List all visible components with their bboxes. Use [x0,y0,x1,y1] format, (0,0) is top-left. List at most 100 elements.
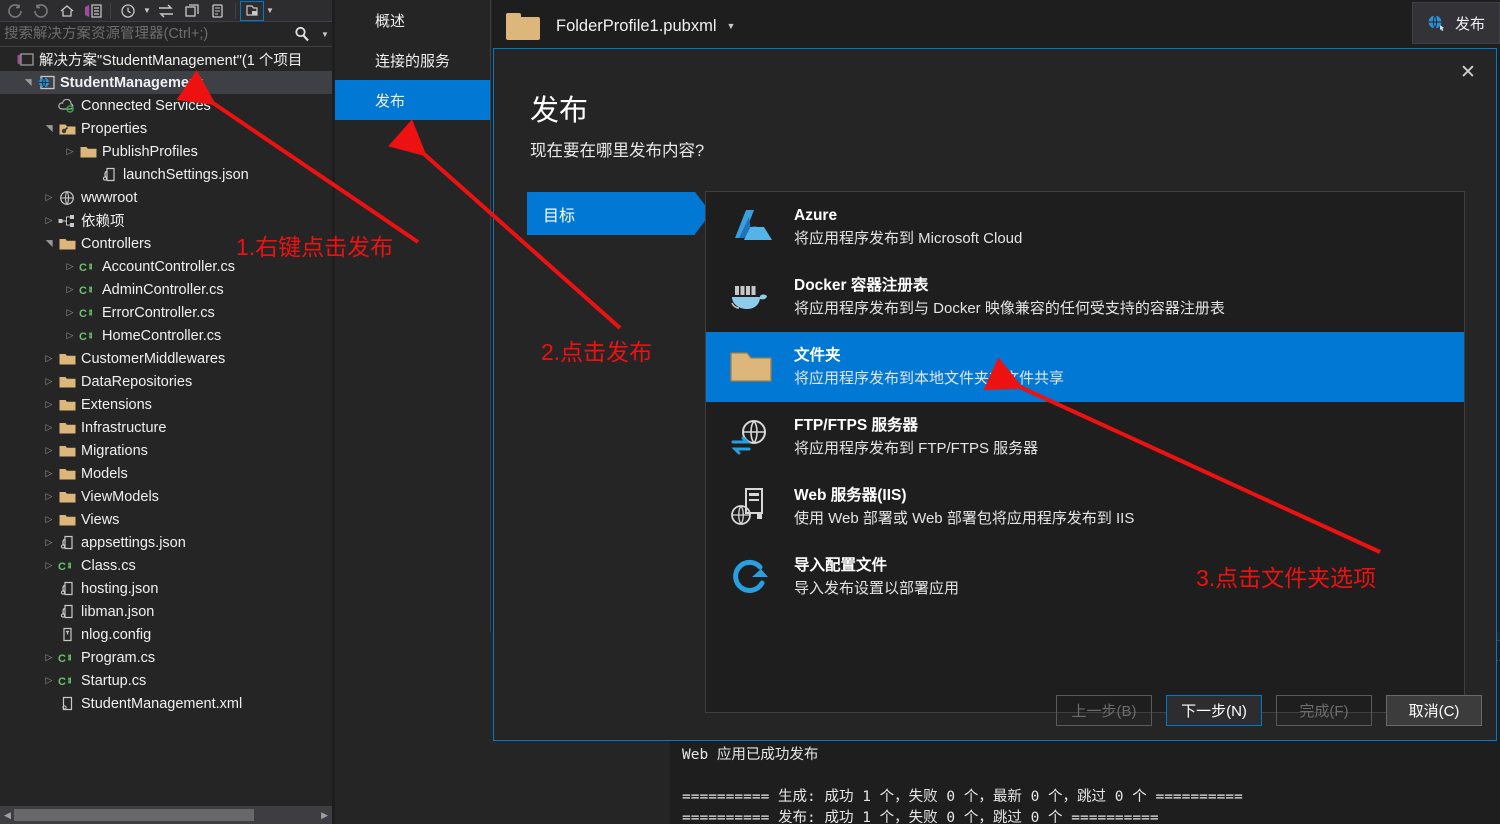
tree-spacer [42,692,56,715]
chevron-right-icon[interactable]: ▷ [42,462,56,485]
tree-item[interactable]: libman.json [0,600,332,623]
tree-item[interactable]: ▷Extensions [0,393,332,416]
tree-item[interactable]: Connected Services [0,94,332,117]
publish-target-option[interactable]: 文件夹将应用程序发布到本地文件夹或文件共享 [706,332,1464,402]
tree-item[interactable]: ▷appsettings.json [0,531,332,554]
chevron-right-icon[interactable]: ▷ [42,186,56,209]
tree-item[interactable]: StudentManagement.xml [0,692,332,715]
collapse-all-icon[interactable] [179,1,205,21]
folder-icon [56,467,78,481]
chevron-down-icon[interactable]: ◢ [38,122,61,136]
chevron-right-icon[interactable]: ▷ [42,370,56,393]
chevron-down-icon[interactable]: ◢ [38,237,61,251]
solution-icon [14,52,36,67]
properties-icon[interactable] [205,1,231,21]
tree-item[interactable]: ◢StudentManagement [0,71,332,94]
search-icon[interactable] [286,25,318,43]
tree-item[interactable]: ▷wwwroot [0,186,332,209]
properties-nav-item[interactable]: 发布 [335,80,490,120]
dialog-title: 发布 [530,87,588,129]
chevron-right-icon[interactable]: ▷ [42,669,56,692]
chevron-down-icon[interactable]: ▼ [727,21,736,31]
tab-target[interactable]: 目标 [527,192,695,235]
properties-nav-label: 概述 [375,10,405,31]
chevron-right-icon[interactable]: ▷ [42,439,56,462]
chevron-right-icon[interactable]: ▷ [42,485,56,508]
dialog-button: 完成(F) [1276,695,1372,726]
tree-item[interactable]: ▷Views [0,508,332,531]
tree-item[interactable]: ▷Migrations [0,439,332,462]
pending-changes-icon[interactable] [115,1,141,21]
tree-item[interactable]: ▷CAdminController.cs [0,278,332,301]
chevron-right-icon[interactable]: ▷ [42,531,56,554]
properties-nav[interactable]: 概述连接的服务发布 [335,0,491,632]
dialog-button[interactable]: 下一步(N) [1166,695,1262,726]
forward-icon[interactable] [28,1,54,21]
tree-item[interactable]: 解决方案"StudentManagement"(1 个项目 [0,48,332,71]
tree-item[interactable]: ▷CHomeController.cs [0,324,332,347]
properties-nav-item[interactable]: 连接的服务 [335,40,490,80]
publish-target-text: Azure将应用程序发布到 Microsoft Cloud [794,205,1022,250]
chevron-right-icon[interactable]: ▷ [42,646,56,669]
chevron-right-icon[interactable]: ▷ [42,209,56,232]
publish-target-option[interactable]: Azure将应用程序发布到 Microsoft Cloud [706,192,1464,262]
scrollbar-thumb[interactable] [14,809,254,821]
json-file-icon [56,581,78,596]
chevron-right-icon[interactable]: ▷ [63,278,77,301]
tree-item[interactable]: ◢Properties [0,117,332,140]
pending-changes-caret-icon[interactable]: ▼ [141,6,153,15]
publish-button[interactable]: 发布 [1412,2,1500,44]
tree-item[interactable]: ▷CStartup.cs [0,669,332,692]
search-input[interactable] [0,26,286,42]
tree-item[interactable]: ▷ViewModels [0,485,332,508]
tree-item[interactable]: hosting.json [0,577,332,600]
publish-target-description: 将应用程序发布到 FTP/FTPS 服务器 [794,437,1038,460]
close-icon[interactable]: ✕ [1448,57,1488,87]
solution-explorer-icon[interactable] [80,1,106,21]
chevron-right-icon[interactable]: ▷ [42,416,56,439]
tree-item[interactable]: ▷DataRepositories [0,370,332,393]
search-options-caret-icon[interactable]: ▼ [318,30,332,39]
chevron-right-icon[interactable]: ▷ [63,301,77,324]
tree-item[interactable]: ▷CErrorController.cs [0,301,332,324]
publish-globe-icon [1427,14,1447,32]
tree-item[interactable]: ▷PublishProfiles [0,140,332,163]
chevron-right-icon[interactable]: ▷ [63,140,77,163]
home-icon[interactable] [54,1,80,21]
solution-explorer-horizontal-scrollbar[interactable]: ◀ ▶ [0,806,332,824]
publish-target-option[interactable]: Docker 容器注册表将应用程序发布到与 Docker 映像兼容的任何受支持的… [706,262,1464,332]
scroll-right-icon[interactable]: ▶ [321,810,328,821]
tree-item[interactable]: ▷Infrastructure [0,416,332,439]
publish-target-option[interactable]: Web 服务器(IIS)使用 Web 部署或 Web 部署包将应用程序发布到 I… [706,472,1464,542]
config-file-icon [56,627,78,642]
chevron-right-icon[interactable]: ▷ [42,393,56,416]
publish-target-option[interactable]: FTP/FTPS 服务器将应用程序发布到 FTP/FTPS 服务器 [706,402,1464,472]
scroll-left-icon[interactable]: ◀ [4,810,11,821]
back-icon[interactable] [2,1,28,21]
chevron-right-icon[interactable]: ▷ [42,347,56,370]
tree-item[interactable]: ▷CProgram.cs [0,646,332,669]
json-file-icon [56,535,78,550]
publish-target-description: 导入发布设置以部署应用 [794,577,959,600]
tree-item[interactable]: nlog.config [0,623,332,646]
tree-item[interactable]: launchSettings.json [0,163,332,186]
chevron-right-icon[interactable]: ▷ [42,508,56,531]
publish-target-list[interactable]: Azure将应用程序发布到 Microsoft Cloud Docker 容器注册… [705,191,1465,713]
tree-item[interactable]: ▷CClass.cs [0,554,332,577]
tree-item-label: Models [78,466,128,482]
tree-item[interactable]: ▷CustomerMiddlewares [0,347,332,370]
show-all-files-icon[interactable] [240,1,264,21]
sync-icon[interactable] [153,1,179,21]
chevron-down-icon[interactable]: ◢ [17,76,40,90]
chevron-right-icon[interactable]: ▷ [63,324,77,347]
solution-tree[interactable]: 解决方案"StudentManagement"(1 个项目◢StudentMan… [0,48,332,806]
tree-item-label: nlog.config [78,627,151,643]
dialog-button[interactable]: 取消(C) [1386,695,1482,726]
solution-explorer-search-bar[interactable]: ▼ [0,22,332,47]
show-all-files-caret-icon[interactable]: ▼ [264,6,276,15]
tree-item[interactable]: ▷ Models [0,462,332,485]
tree-item-label: libman.json [78,604,154,620]
chevron-right-icon[interactable]: ▷ [63,255,77,278]
chevron-right-icon[interactable]: ▷ [42,554,56,577]
properties-nav-item[interactable]: 概述 [335,0,490,40]
